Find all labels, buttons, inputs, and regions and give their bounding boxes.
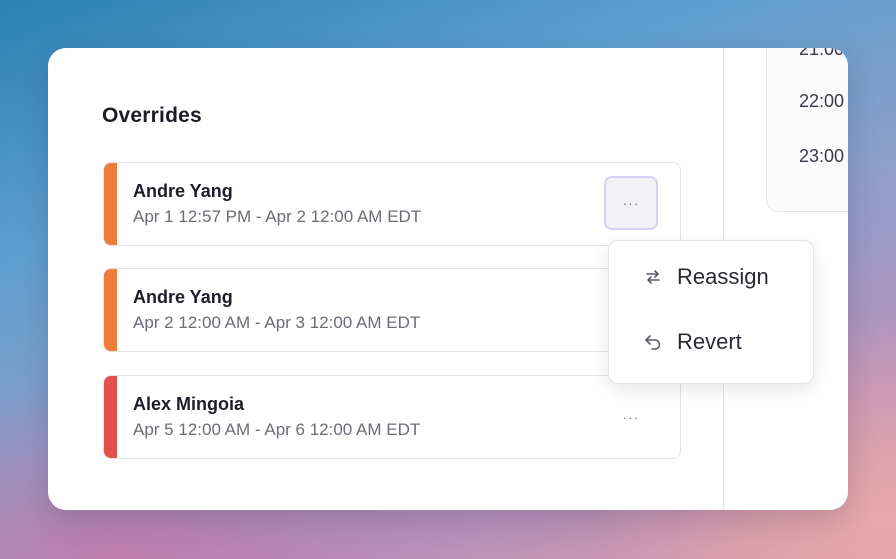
override-user-name: Andre Yang	[133, 181, 233, 201]
menu-item-label: Revert	[677, 329, 742, 354]
menu-item-label: Reassign	[677, 264, 769, 289]
override-color-bar	[104, 163, 117, 245]
override-time-range: Apr 5 12:00 AM - Apr 6 12:00 AM EDT	[133, 420, 421, 439]
override-row[interactable]: Andre Yang Apr 2 12:00 AM - Apr 3 12:00 …	[103, 268, 681, 352]
undo-arrow-icon	[643, 332, 663, 352]
override-time-range: Apr 2 12:00 AM - Apr 3 12:00 AM EDT	[133, 313, 421, 332]
menu-item-revert[interactable]: Revert	[609, 317, 813, 367]
override-time-range: Apr 1 12:57 PM - Apr 2 12:00 AM EDT	[133, 207, 422, 226]
timeline-hour-label: 21:00	[799, 48, 845, 59]
override-color-bar	[104, 376, 117, 458]
override-row[interactable]: Andre Yang Apr 1 12:57 PM - Apr 2 12:00 …	[103, 162, 681, 246]
more-options-button[interactable]: ···	[604, 176, 658, 230]
ellipsis-icon: ···	[622, 195, 640, 211]
override-row[interactable]: Alex Mingoia Apr 5 12:00 AM - Apr 6 12:0…	[103, 375, 681, 459]
timeline-hour-label: 22:00	[799, 91, 845, 111]
more-options-button[interactable]: ···	[604, 390, 658, 444]
menu-item-reassign[interactable]: Reassign	[609, 252, 813, 302]
timeline-column: 21:00 22:00 23:00	[766, 48, 848, 212]
swap-arrows-icon	[643, 267, 663, 287]
overrides-title: Overrides	[102, 104, 202, 127]
override-actions-menu: Reassign Revert	[608, 240, 814, 384]
timeline-hour-label: 23:00	[799, 146, 845, 166]
override-user-name: Andre Yang	[133, 287, 233, 307]
override-user-name: Alex Mingoia	[133, 394, 245, 414]
ellipsis-icon: ···	[622, 409, 640, 425]
override-color-bar	[104, 269, 117, 351]
